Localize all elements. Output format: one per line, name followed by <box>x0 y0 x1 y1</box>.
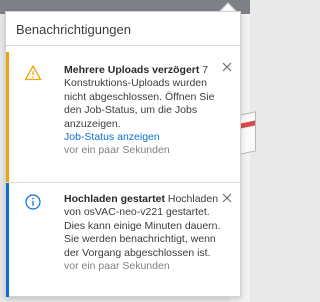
info-accent-bar <box>6 183 9 297</box>
notifications-panel: Benachrichtigungen Mehrere Uploads verzö… <box>5 11 241 297</box>
notification-upload-delayed: Mehrere Uploads verzögert 7 Konstruktion… <box>6 52 240 183</box>
warning-icon <box>24 65 42 81</box>
info-icon <box>25 194 41 210</box>
notification-upload-started: Hochladen gestartet Hochladen von osVAC-… <box>6 183 240 297</box>
notification-title: Mehrere Uploads verzögert <box>64 64 200 76</box>
close-icon[interactable] <box>220 60 234 74</box>
warning-accent-bar <box>6 52 9 182</box>
notification-body: Hochladen gestartet Hochladen von osVAC-… <box>64 193 224 273</box>
notification-time: vor ein paar Sekunden <box>64 144 170 157</box>
notification-time: vor ein paar Sekunden <box>64 260 170 273</box>
notification-body: Mehrere Uploads verzögert 7 Konstruktion… <box>64 64 224 158</box>
notification-title: Hochladen gestartet <box>64 193 165 205</box>
job-status-link[interactable]: Job-Status anzeigen <box>64 131 224 144</box>
panel-title: Benachrichtigungen <box>6 12 240 46</box>
close-icon[interactable] <box>220 191 234 205</box>
